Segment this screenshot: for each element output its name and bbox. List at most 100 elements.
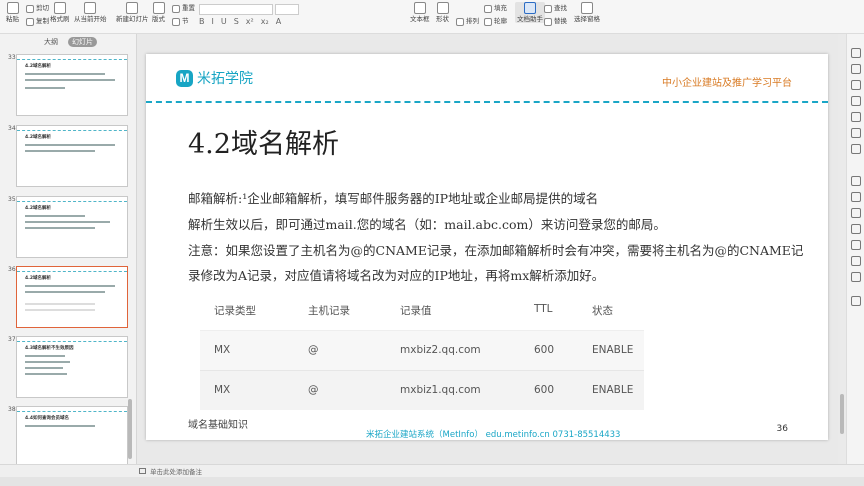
slide-thumbnail-35[interactable]: 35 4.2域名解析 [4, 196, 128, 258]
slide-number: 36 [8, 266, 16, 273]
body-line[interactable]: 录修改为A记录，对应值请将域名改为对应的IP地址，再将mx解析添加好。 [188, 265, 604, 284]
replace-button[interactable]: 替换 [544, 18, 567, 26]
tab-outline[interactable]: 大纲 [44, 37, 58, 47]
find-icon [544, 5, 552, 13]
copy-button[interactable]: 复制 [26, 18, 49, 26]
textbox-label: 文本框 [410, 15, 430, 23]
dns-record-table[interactable]: 记录类型 主机记录 记录值 TTL 状态 MX @ mxbiz2.qq.com … [200, 290, 644, 410]
help-icon[interactable] [851, 272, 861, 282]
shape-icon [436, 2, 449, 14]
slide-number: 34 [8, 125, 16, 132]
play-icon [84, 2, 97, 14]
find-button[interactable]: 查找 [544, 5, 567, 13]
bold-icon[interactable]: B [199, 17, 205, 26]
font-color-icon[interactable]: A [276, 17, 281, 26]
slide-preview-active[interactable]: 4.2域名解析 [16, 266, 128, 328]
slide-thumbnail-34[interactable]: 34 4.2域名解析 [4, 125, 128, 187]
select-pane-icon [581, 2, 593, 14]
body-line[interactable]: 解析生效以后，即可通过mail.您的域名（如：mail.abc.com）来访问登… [188, 214, 666, 233]
cell-status: ENABLE [592, 344, 634, 356]
outline-button[interactable]: 轮廓 [484, 18, 507, 26]
property-icon[interactable] [851, 112, 861, 122]
tab-slides[interactable]: 幻灯片 [68, 37, 97, 47]
format-painter-button[interactable]: 格式刷 [50, 2, 70, 23]
arrange-button[interactable]: 排列 [456, 18, 479, 26]
font-size-select[interactable] [275, 4, 299, 15]
slide-thumbnail-33[interactable]: 33 4.2域名解析 [4, 54, 128, 116]
transition-icon[interactable] [851, 80, 861, 90]
slide-thumbnail-38[interactable]: 38 4.4如何查询会员域名 [4, 406, 128, 468]
status-bar [0, 477, 864, 486]
arrange-icon [456, 18, 464, 26]
thumbnail-scrollbar[interactable] [128, 399, 132, 459]
font-family-select[interactable] [199, 4, 273, 15]
doc-assistant-label: 文档助手 [517, 15, 543, 23]
header-value: 记录值 [400, 305, 432, 317]
slide-preview[interactable]: 4.4如何查询会员域名 [16, 406, 128, 468]
cell-host: @ [308, 344, 319, 356]
body-line[interactable]: 邮箱解析:¹企业邮箱解析，填写邮件服务器的IP地址或企业邮局提供的域名 [188, 188, 598, 207]
scrollbar-thumb[interactable] [840, 394, 844, 434]
time-icon[interactable] [851, 192, 861, 202]
footer-topic: 域名基础知识 [188, 420, 248, 431]
strikethrough-icon[interactable]: S [234, 17, 239, 26]
platform-tagline: 中小企业建站及推广学习平台 [662, 78, 792, 89]
notes-bar[interactable]: 单击此处添加备注 [0, 464, 864, 477]
superscript-icon[interactable]: x² [246, 17, 254, 26]
slide-thumbnail-37[interactable]: 37 4.3域名解析不生效原因 [4, 336, 128, 398]
textbox-button[interactable]: 文本框 [410, 2, 430, 23]
play-from-current-button[interactable]: 从当前开始 [74, 2, 107, 23]
backup-icon[interactable] [851, 176, 861, 186]
subscript-icon[interactable]: x₂ [261, 17, 269, 26]
crop-icon[interactable] [851, 224, 861, 234]
right-tool-strip [846, 34, 864, 464]
select-pane-button[interactable]: 选择窗格 [574, 2, 600, 23]
find-label: 查找 [554, 4, 567, 13]
layout-label: 版式 [152, 15, 165, 23]
underline-icon[interactable]: U [221, 17, 227, 26]
slide-preview[interactable]: 4.3域名解析不生效原因 [16, 336, 128, 398]
page-number: 36 [776, 424, 788, 434]
brand-logo: M 米拓学院 [176, 68, 253, 88]
canvas-scrollbar[interactable] [838, 34, 846, 464]
footer-contact: 米拓企业建站系统（MetInfo） edu.metinfo.cn 0731-85… [366, 430, 621, 440]
settings-icon[interactable] [851, 256, 861, 266]
share-icon[interactable] [851, 144, 861, 154]
slide-preview-title: 4.4如何查询会员域名 [25, 416, 69, 421]
logo-text: 米拓学院 [197, 71, 253, 87]
select-icon[interactable] [851, 48, 861, 58]
table-header-row: 记录类型 主机记录 记录值 TTL 状态 [200, 290, 644, 330]
slide-preview[interactable]: 4.2域名解析 [16, 54, 128, 116]
body-line[interactable]: 注意：如果您设置了主机名为@的CNAME记录，在添加邮箱解析时会有冲突，需要将主… [188, 240, 803, 259]
paste-button[interactable]: 粘贴 [6, 2, 19, 23]
fill-button[interactable]: 填充 [484, 5, 507, 13]
slide-title[interactable]: 4.2域名解析 [188, 122, 339, 161]
italic-icon[interactable]: I [212, 17, 214, 26]
slide-preview[interactable]: 4.2域名解析 [16, 125, 128, 187]
section-button[interactable]: 节 [172, 18, 189, 26]
slide-preview-title: 4.2域名解析 [25, 206, 51, 211]
notes-placeholder[interactable]: 单击此处添加备注 [150, 466, 202, 476]
design-icon[interactable] [851, 96, 861, 106]
current-slide[interactable]: M 米拓学院 中小企业建站及推广学习平台 4.2域名解析 邮箱解析:¹企业邮箱解… [146, 54, 828, 440]
cut-button[interactable]: 剪切 [26, 5, 49, 13]
cell-value: mxbiz1.qq.com [400, 384, 481, 396]
section-icon [172, 18, 180, 26]
new-slide-icon [126, 2, 139, 14]
animation-icon[interactable] [851, 64, 861, 74]
section-label: 节 [182, 17, 189, 26]
slide-preview[interactable]: 4.2域名解析 [16, 196, 128, 258]
image-icon[interactable] [851, 208, 861, 218]
layout-button[interactable]: 版式 [152, 2, 165, 23]
new-slide-button[interactable]: 新建幻灯片 [116, 2, 149, 23]
doc-assistant-button[interactable]: 文档助手 [515, 2, 545, 24]
slide-thumbnail-36[interactable]: 36 4.2域名解析 [4, 266, 128, 328]
reset-button[interactable]: 重置 [172, 5, 195, 13]
more-icon[interactable] [851, 296, 861, 306]
shape-button[interactable]: 形状 [436, 2, 449, 23]
chart-icon[interactable] [851, 128, 861, 138]
target-icon[interactable] [851, 240, 861, 250]
cell-ttl: 600 [534, 344, 555, 356]
slide-preview-title: 4.3域名解析不生效原因 [25, 346, 74, 351]
paste-label: 粘贴 [6, 15, 19, 23]
